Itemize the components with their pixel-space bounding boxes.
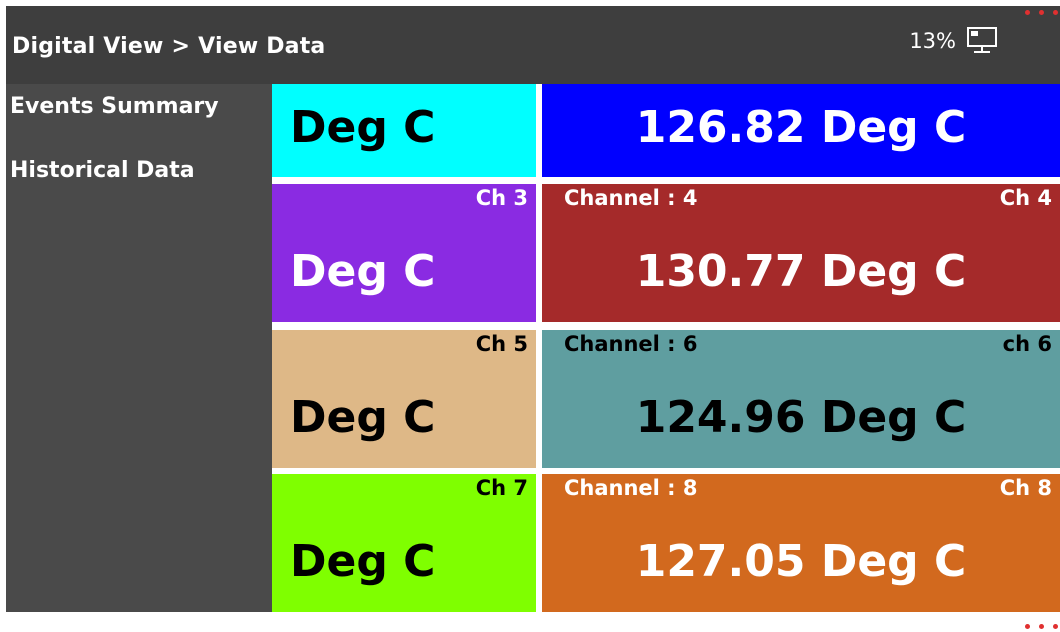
channel-tag: Ch 3 (475, 186, 528, 210)
sidebar-item-events-summary[interactable]: Events Summary (10, 94, 219, 119)
breadcrumb-separator: > (171, 34, 191, 59)
status-area: 13% (909, 26, 1002, 56)
sidebar: Events Summary Historical Data (6, 84, 272, 612)
channel-grid: Deg C 126.82 Deg C Ch 3 Deg C Channel : … (272, 84, 1060, 612)
channel-tag: Ch 7 (475, 476, 528, 500)
channel-tile[interactable]: Ch 7 Deg C (272, 474, 536, 612)
menu-dot (1025, 624, 1030, 629)
battery-percentage: 13% (909, 29, 956, 53)
channel-tile[interactable]: Ch 3 Deg C (272, 184, 536, 322)
channel-name: Channel : 8 (564, 476, 698, 500)
header-bar: Digital View > View Data 13% (6, 6, 1060, 84)
breadcrumb-digital-view[interactable]: Digital View (12, 34, 163, 59)
monitor-icon (967, 27, 997, 53)
menu-dot (1025, 10, 1030, 15)
more-menu-icon-bottom[interactable] (1025, 624, 1058, 629)
channel-tile[interactable]: 126.82 Deg C (542, 84, 1060, 177)
breadcrumb-view-data[interactable]: View Data (198, 34, 325, 59)
more-menu-icon[interactable] (1025, 10, 1058, 15)
channel-tile[interactable]: Channel : 4 Ch 4 130.77 Deg C (542, 184, 1060, 322)
channel-value: 126.82 Deg C (635, 102, 967, 153)
channel-tile[interactable]: Ch 5 Deg C (272, 330, 536, 468)
sidebar-item-historical-data[interactable]: Historical Data (10, 158, 195, 183)
breadcrumb: Digital View > View Data (12, 34, 325, 59)
channel-tag: ch 6 (1002, 332, 1052, 356)
channel-value: 124.96 Deg C (635, 392, 967, 443)
channel-tag: Ch 5 (475, 332, 528, 356)
channel-tile[interactable]: Deg C (272, 84, 536, 177)
menu-dot (1039, 624, 1044, 629)
channel-name: Channel : 4 (564, 186, 698, 210)
channel-value: Deg C (290, 246, 436, 297)
channel-tag: Ch 4 (999, 186, 1052, 210)
menu-dot (1053, 624, 1058, 629)
menu-dot (1039, 10, 1044, 15)
channel-value: 130.77 Deg C (635, 246, 967, 297)
menu-dot (1053, 10, 1058, 15)
app-window: Digital View > View Data 13% Events Summar… (6, 6, 1060, 612)
channel-value: Deg C (290, 536, 436, 587)
channel-value: 127.05 Deg C (635, 536, 967, 587)
channel-name: Channel : 6 (564, 332, 698, 356)
channel-tag: Ch 8 (999, 476, 1052, 500)
channel-value: Deg C (290, 102, 436, 153)
channel-tile[interactable]: Channel : 8 Ch 8 127.05 Deg C (542, 474, 1060, 612)
channel-value: Deg C (290, 392, 436, 443)
channel-tile[interactable]: Channel : 6 ch 6 124.96 Deg C (542, 330, 1060, 468)
